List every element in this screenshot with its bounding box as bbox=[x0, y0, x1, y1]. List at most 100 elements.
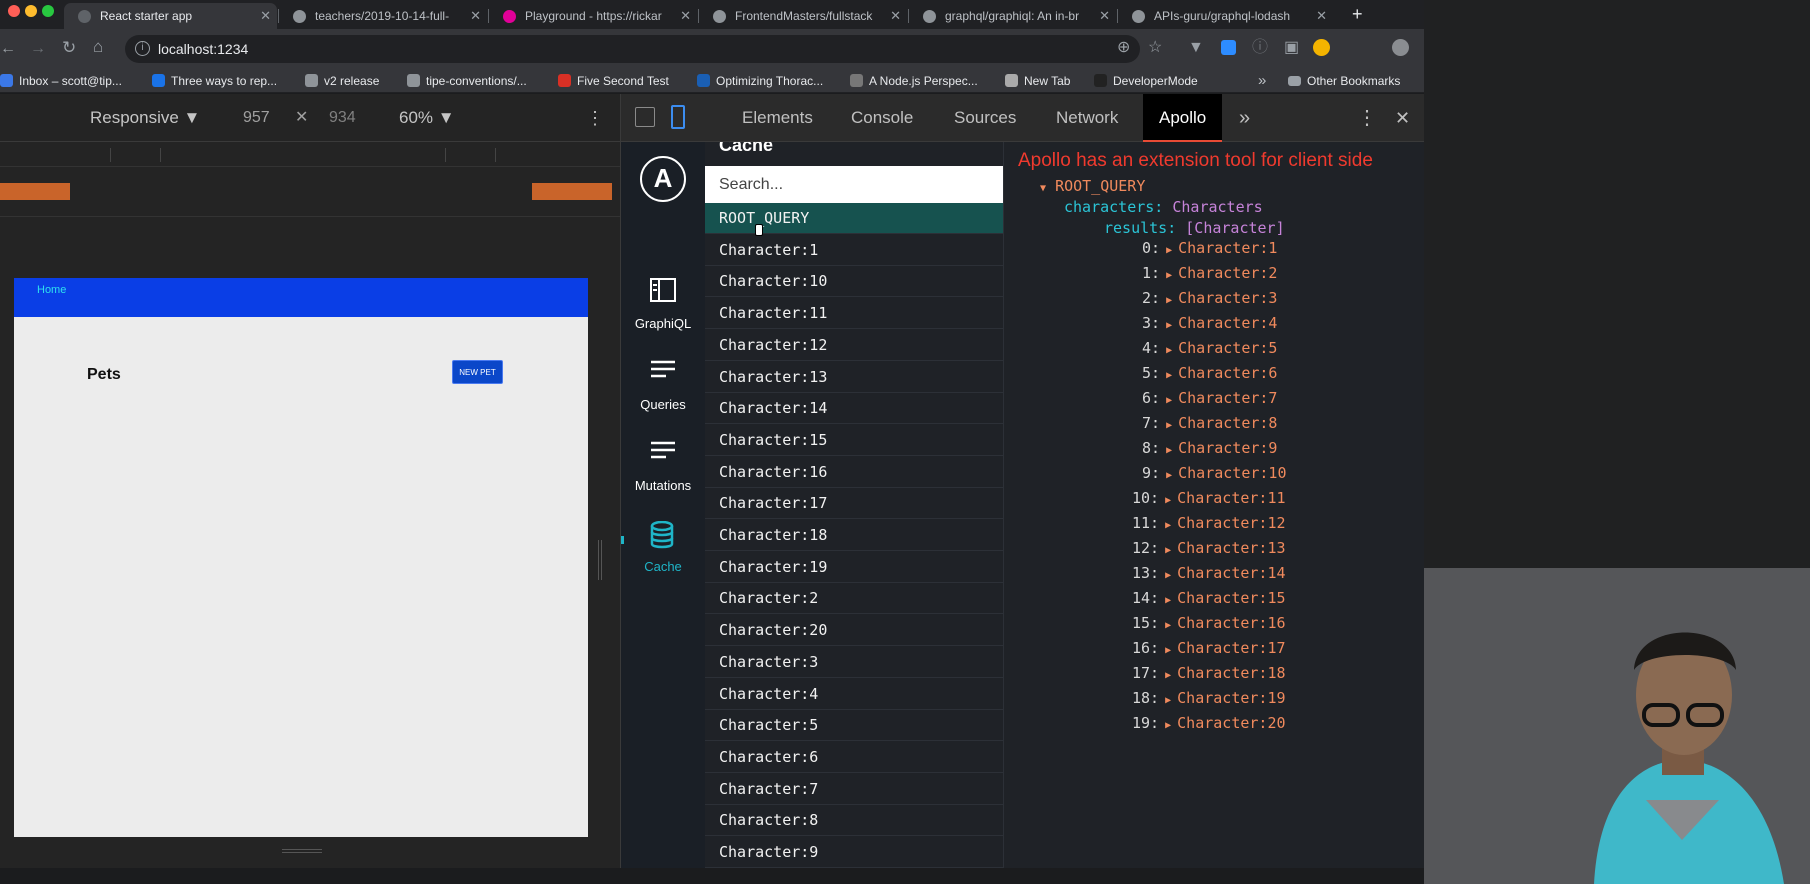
cache-item[interactable]: Character:5 bbox=[705, 710, 1003, 742]
devtools-tab-apollo[interactable]: Apollo bbox=[1143, 94, 1223, 142]
inspect-element-icon[interactable] bbox=[635, 107, 655, 127]
browser-tab[interactable]: React starter app ✕ bbox=[64, 3, 277, 29]
result-row[interactable]: 13: ▶ Character:14 bbox=[1132, 563, 1286, 586]
cache-item[interactable]: Character:2 bbox=[705, 583, 1003, 615]
devtools-tab-network[interactable]: Network bbox=[1056, 94, 1118, 142]
cache-item[interactable]: Character:1 bbox=[705, 235, 1003, 266]
devtools-close-button[interactable]: ✕ bbox=[1395, 94, 1410, 142]
more-tabs-button[interactable]: » bbox=[1239, 94, 1250, 142]
tab-close-icon[interactable]: ✕ bbox=[1099, 3, 1110, 29]
cache-item[interactable]: Character:8 bbox=[705, 805, 1003, 837]
result-row[interactable]: 3: ▶ Character:4 bbox=[1142, 313, 1277, 336]
devtools-tab-elements[interactable]: Elements bbox=[742, 94, 813, 142]
viewport-width-input[interactable]: 957 bbox=[243, 94, 270, 142]
cache-item[interactable]: Character:9 bbox=[705, 837, 1003, 868]
bookmark-item[interactable]: v2 release bbox=[305, 69, 379, 93]
cache-item[interactable]: Character:11 bbox=[705, 298, 1003, 330]
bookmark-item[interactable]: A Node.js Perspec... bbox=[850, 69, 978, 93]
zoom-select[interactable]: 60% ▼ bbox=[399, 94, 455, 142]
cache-item[interactable]: Character:6 bbox=[705, 742, 1003, 773]
result-row[interactable]: 11: ▶ Character:12 bbox=[1132, 513, 1286, 536]
cache-item[interactable]: Character:14 bbox=[705, 393, 1003, 425]
tab-close-icon[interactable]: ✕ bbox=[470, 3, 481, 29]
result-row[interactable]: 9: ▶ Character:10 bbox=[1142, 463, 1287, 486]
star-icon[interactable]: ☆ bbox=[1148, 40, 1162, 56]
browser-tab[interactable]: graphql/graphiql: An in-br ✕ bbox=[909, 3, 1116, 29]
browser-tab[interactable]: Playground - https://rickar ✕ bbox=[489, 3, 697, 29]
resize-handle-right[interactable] bbox=[598, 540, 602, 580]
cache-item[interactable]: Character:7 bbox=[705, 774, 1003, 805]
cache-item[interactable]: Character:3 bbox=[705, 647, 1003, 678]
window-minimize-button[interactable] bbox=[25, 5, 37, 17]
cache-item[interactable]: Character:15 bbox=[705, 425, 1003, 456]
devtools-tab-console[interactable]: Console bbox=[851, 94, 913, 142]
forward-icon[interactable]: → bbox=[30, 41, 46, 57]
device-menu-button[interactable]: ⋮ bbox=[586, 94, 604, 142]
result-row[interactable]: 19: ▶ Character:20 bbox=[1132, 713, 1286, 736]
result-row[interactable]: 18: ▶ Character:19 bbox=[1132, 688, 1286, 711]
info-icon[interactable]: i bbox=[135, 41, 150, 56]
window-zoom-button[interactable] bbox=[42, 5, 54, 17]
tab-close-icon[interactable]: ✕ bbox=[260, 3, 271, 29]
bookmarks-overflow-button[interactable]: » bbox=[1258, 69, 1266, 93]
bookmark-item[interactable]: tipe-conventions/... bbox=[407, 69, 527, 93]
cache-item[interactable]: Character:19 bbox=[705, 552, 1003, 583]
bookmark-item[interactable]: Three ways to rep... bbox=[152, 69, 277, 93]
bookmark-item[interactable]: Five Second Test bbox=[558, 69, 669, 93]
result-row[interactable]: 10: ▶ Character:11 bbox=[1132, 488, 1286, 511]
result-row[interactable]: 8: ▶ Character:9 bbox=[1142, 438, 1277, 461]
bookmark-item[interactable]: Inbox – scott@tip... bbox=[0, 69, 122, 93]
window-close-button[interactable] bbox=[8, 5, 20, 17]
root-node[interactable]: ▼ ROOT_QUERY bbox=[1040, 176, 1145, 199]
cache-item[interactable]: ROOT_QUERY bbox=[705, 203, 1003, 234]
resize-handle-bottom[interactable] bbox=[282, 849, 322, 853]
vue-devtools-icon[interactable]: ▼ bbox=[1188, 40, 1204, 56]
result-row[interactable]: 2: ▶ Character:3 bbox=[1142, 288, 1277, 311]
media-query-marker[interactable] bbox=[532, 183, 612, 200]
reload-icon[interactable]: ↻ bbox=[62, 39, 76, 56]
update-icon[interactable] bbox=[1392, 39, 1409, 56]
cache-item[interactable]: Character:18 bbox=[705, 520, 1003, 551]
result-row[interactable]: 1: ▶ Character:2 bbox=[1142, 263, 1277, 286]
device-toggle-icon[interactable] bbox=[671, 105, 685, 129]
zoom-icon[interactable]: ⊕ bbox=[1117, 40, 1130, 56]
new-pet-button[interactable]: NEW PET bbox=[452, 360, 503, 384]
zoom-extension-icon[interactable] bbox=[1221, 40, 1236, 55]
devtools-tab-sources[interactable]: Sources bbox=[954, 94, 1016, 142]
tab-close-icon[interactable]: ✕ bbox=[890, 3, 901, 29]
viewport-height-input[interactable]: 934 bbox=[329, 94, 356, 142]
camera-icon[interactable]: ▣ bbox=[1284, 40, 1299, 56]
extension-icon[interactable]: ⓘ bbox=[1252, 40, 1268, 56]
apollo-nav-cache[interactable]: Cache bbox=[621, 520, 705, 581]
cache-item[interactable]: Character:12 bbox=[705, 330, 1003, 361]
other-bookmarks[interactable]: Other Bookmarks bbox=[1288, 69, 1400, 93]
result-row[interactable]: 16: ▶ Character:17 bbox=[1132, 638, 1286, 661]
new-tab-button[interactable]: + bbox=[1352, 4, 1363, 24]
cache-item[interactable]: Character:4 bbox=[705, 679, 1003, 710]
result-row[interactable]: 7: ▶ Character:8 bbox=[1142, 413, 1277, 436]
result-row[interactable]: 12: ▶ Character:13 bbox=[1132, 538, 1286, 561]
bookmark-item[interactable]: New Tab bbox=[1005, 69, 1070, 93]
tab-close-icon[interactable]: ✕ bbox=[1316, 3, 1327, 29]
tab-close-icon[interactable]: ✕ bbox=[680, 3, 691, 29]
result-row[interactable]: 17: ▶ Character:18 bbox=[1132, 663, 1286, 686]
result-row[interactable]: 5: ▶ Character:6 bbox=[1142, 363, 1277, 386]
home-link[interactable]: Home bbox=[37, 284, 66, 296]
browser-tab[interactable]: APIs-guru/graphql-lodash ✕ bbox=[1118, 3, 1333, 29]
cache-item[interactable]: Character:13 bbox=[705, 362, 1003, 393]
avatar[interactable] bbox=[1313, 39, 1330, 56]
result-row[interactable]: 4: ▶ Character:5 bbox=[1142, 338, 1277, 361]
apollo-nav-queries[interactable]: Queries bbox=[621, 359, 705, 419]
bookmark-item[interactable]: DeveloperMode bbox=[1094, 69, 1198, 93]
apollo-nav-mutations[interactable]: Mutations bbox=[621, 440, 705, 500]
apollo-nav-graphiql[interactable]: GraphiQL bbox=[621, 278, 705, 338]
devtools-menu-button[interactable]: ⋮ bbox=[1357, 94, 1377, 142]
cache-item[interactable]: Character:16 bbox=[705, 457, 1003, 488]
media-query-marker[interactable] bbox=[0, 183, 70, 200]
device-mode-select[interactable]: Responsive ▼ bbox=[90, 94, 200, 142]
bookmark-item[interactable]: Optimizing Thorac... bbox=[697, 69, 823, 93]
back-icon[interactable]: ← bbox=[0, 41, 16, 57]
home-icon[interactable]: ⌂ bbox=[93, 38, 103, 55]
result-row[interactable]: 6: ▶ Character:7 bbox=[1142, 388, 1277, 411]
browser-tab[interactable]: teachers/2019-10-14-full- ✕ bbox=[279, 3, 487, 29]
